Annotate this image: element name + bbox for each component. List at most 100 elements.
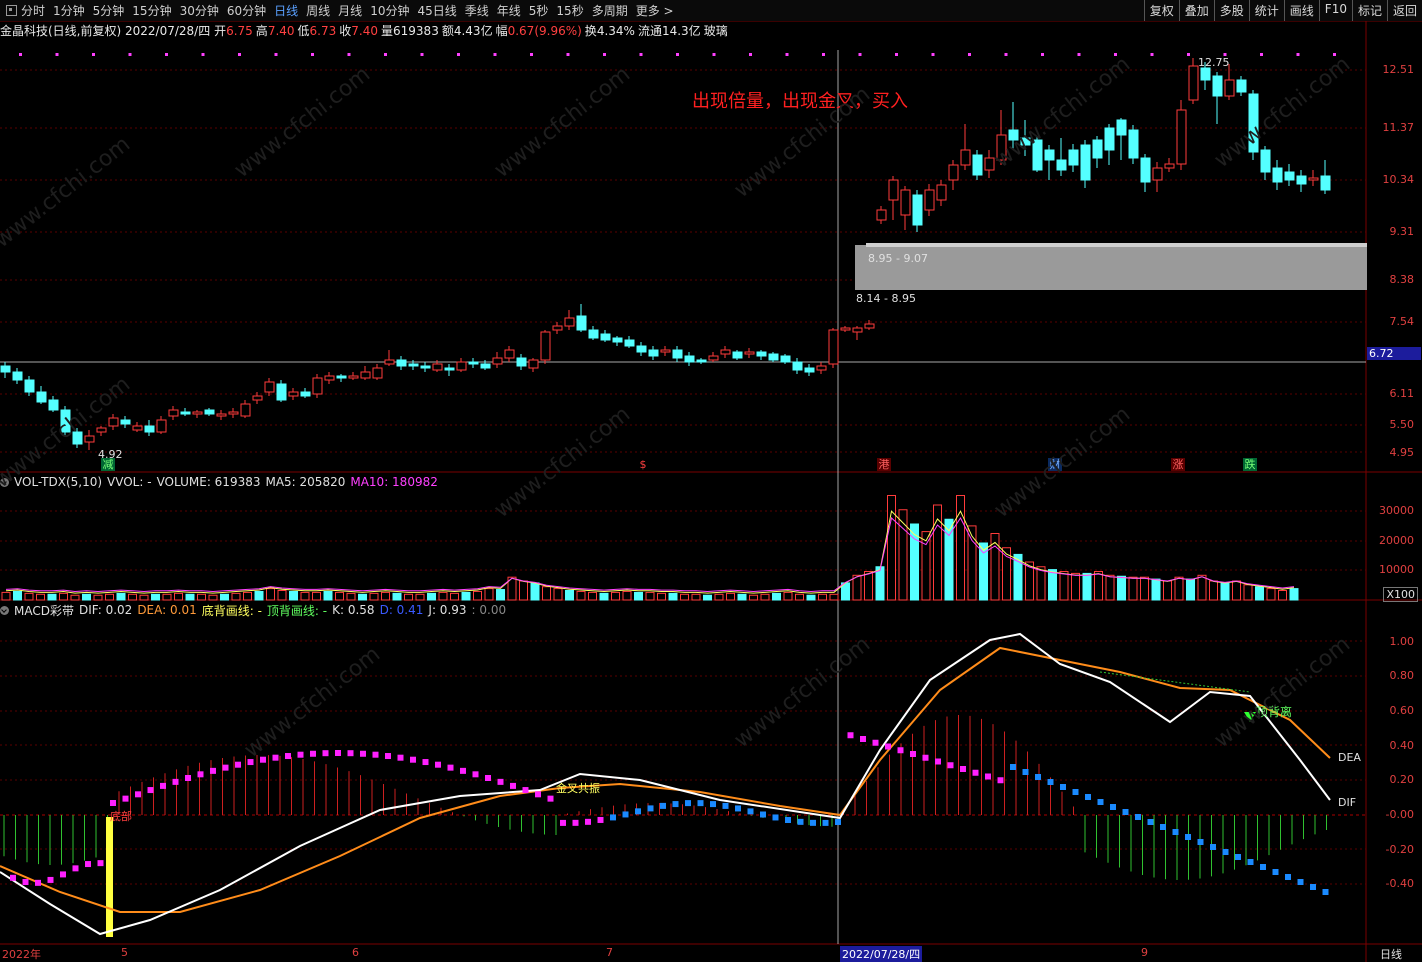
date-tick: 7 — [606, 946, 613, 959]
candle-body — [948, 164, 959, 181]
candle-body — [552, 325, 563, 331]
candle-body — [1116, 119, 1127, 136]
kd-marker — [447, 764, 454, 771]
volume-bar — [1128, 576, 1138, 601]
event-marker[interactable]: 减 — [101, 458, 115, 471]
bottom-signal-label: 底部 — [110, 810, 132, 823]
candle-body — [240, 403, 251, 417]
volume-bar — [542, 586, 551, 601]
candle-body — [1200, 67, 1211, 81]
dea-line-label: DEA — [1338, 751, 1361, 764]
candle-body — [864, 323, 875, 329]
turnover-value: 4.34% — [596, 24, 635, 38]
signal-dot — [457, 53, 460, 56]
signal-dot — [968, 53, 971, 56]
signal-dot — [274, 53, 278, 56]
volume-bar — [277, 590, 287, 601]
volume-bar — [864, 571, 873, 601]
collapse-icon[interactable] — [0, 605, 9, 615]
extra-value: : 0.00 — [471, 603, 507, 617]
candle-body — [816, 365, 827, 371]
volume-bar — [484, 588, 494, 601]
event-marker[interactable]: 港 — [877, 458, 891, 471]
signal-dot — [858, 53, 862, 56]
date-tick: 9 — [1141, 946, 1148, 959]
candle-body — [1056, 159, 1067, 171]
candle-body — [120, 419, 131, 425]
candle-body — [564, 317, 575, 327]
period-tag: 日线 — [1380, 948, 1402, 961]
volume-bar — [208, 594, 218, 601]
turnover-label: 换 — [584, 24, 597, 38]
signal-dot — [822, 53, 825, 56]
candle-body — [96, 427, 107, 433]
kd-marker — [972, 769, 979, 776]
volume-bar — [760, 593, 770, 601]
candle-body — [360, 371, 371, 379]
volume-bar — [737, 593, 747, 601]
candle-body — [540, 331, 551, 361]
candle-body — [1080, 144, 1091, 181]
volume-bar — [1105, 574, 1115, 601]
kd-marker — [935, 758, 941, 765]
kd-marker — [560, 819, 566, 826]
kd-marker — [285, 753, 291, 760]
candle-body — [348, 375, 359, 379]
signal-dot — [201, 53, 205, 56]
volume-bar — [1117, 575, 1126, 601]
candle-body — [108, 417, 119, 427]
kd-marker — [372, 751, 379, 758]
candle-body — [216, 413, 227, 417]
signal-dot — [1150, 53, 1154, 56]
kd-marker — [522, 787, 529, 794]
candle-body — [1236, 79, 1247, 93]
price-tick: 7.54 — [1389, 315, 1415, 328]
signal-dot — [749, 53, 752, 56]
volume-bar — [105, 593, 114, 601]
volume-bar — [1140, 576, 1149, 601]
event-marker[interactable]: 跌 — [1243, 458, 1257, 471]
kd-marker — [1272, 869, 1279, 875]
candle-body — [204, 409, 215, 415]
volume-bar — [726, 592, 735, 601]
sector-label: 玻璃 — [703, 24, 728, 38]
kd-marker — [860, 736, 866, 742]
event-marker[interactable]: $ — [636, 458, 650, 471]
volume-bar — [967, 525, 977, 601]
volume-header: VOL-TDX(5,10) VVOL: - VOLUME: 619383 MA5… — [0, 474, 443, 490]
candle-body — [900, 189, 911, 216]
kd-marker — [35, 879, 41, 886]
kd-marker — [697, 800, 704, 807]
event-marker[interactable]: 涨 — [1171, 458, 1185, 471]
macd-tick: 0.40 — [1389, 739, 1415, 752]
kd-marker — [272, 754, 279, 761]
vvol-value: VVOL: - — [107, 475, 152, 489]
volume-bar — [1071, 572, 1080, 601]
kd-marker — [585, 818, 591, 825]
signal-dot — [1260, 53, 1263, 56]
kd-marker — [810, 819, 816, 826]
candle-body — [336, 375, 347, 379]
signal-dot — [1187, 53, 1190, 56]
volume-bar — [243, 591, 252, 601]
candle-body — [852, 327, 863, 333]
candle-body — [600, 333, 611, 341]
kd-marker — [1047, 779, 1054, 785]
signal-dot — [311, 53, 314, 56]
kd-marker — [1197, 839, 1204, 845]
kd-marker — [347, 750, 354, 757]
signal-dot — [530, 53, 533, 56]
kd-marker — [485, 775, 491, 781]
candle-body — [312, 377, 323, 395]
volume-bar — [1048, 569, 1057, 601]
candle-body — [180, 411, 191, 415]
kd-marker — [547, 795, 554, 802]
candle-body — [972, 154, 983, 176]
candle-body — [1320, 175, 1331, 191]
kd-marker — [60, 871, 66, 878]
ma5-value: MA5: 205820 — [265, 475, 346, 489]
candle-body — [1104, 127, 1115, 151]
candle-body — [1176, 109, 1187, 165]
kd-marker — [910, 751, 916, 757]
volume-bar — [634, 591, 643, 601]
